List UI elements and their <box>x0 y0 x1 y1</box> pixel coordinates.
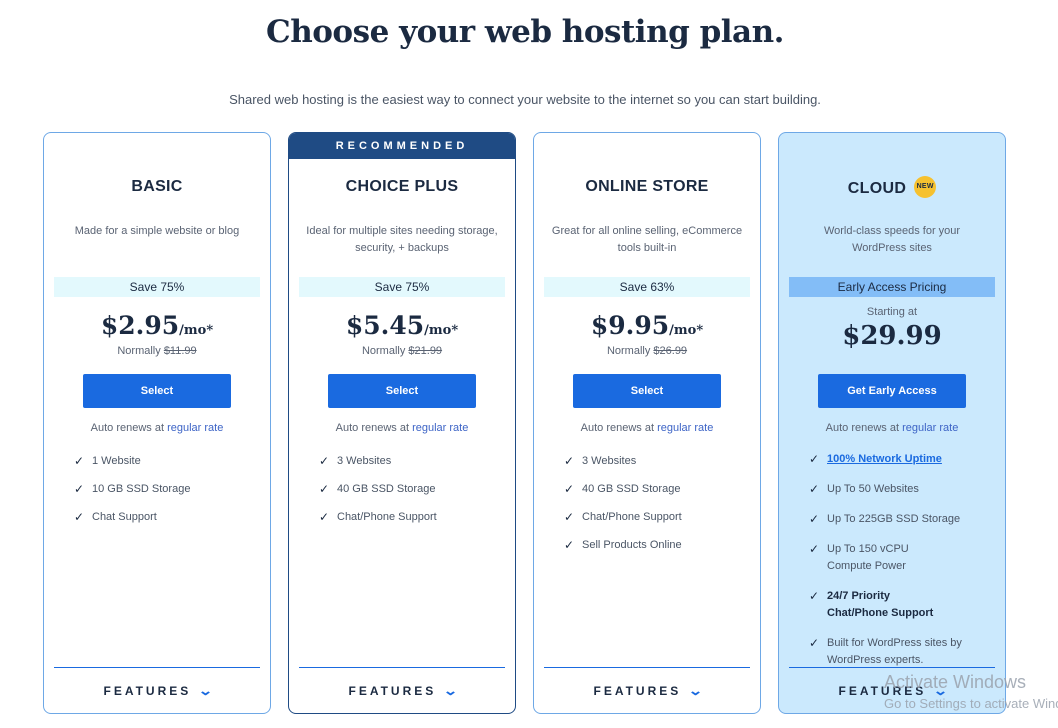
feature-item: ✓ Up To 50 Websites <box>809 482 919 496</box>
regular-rate-link[interactable]: regular rate <box>167 422 223 434</box>
renewal-note: Auto renews at regular rate <box>580 422 714 434</box>
checkmark-icon: ✓ <box>809 452 820 466</box>
new-badge: NEW <box>914 176 937 198</box>
feature-item: ✓ Chat Support <box>74 510 157 524</box>
feature-item: ✓ 40 GB SSD Storage <box>319 482 436 496</box>
checkmark-icon: ✓ <box>74 454 85 468</box>
feature-item: ✓ Up To 150 vCPU Compute Power <box>809 542 909 572</box>
checkmark-icon: ✓ <box>809 542 820 556</box>
renewal-note: Auto renews at regular rate <box>90 422 224 434</box>
plan-description: Ideal for multiple sites needing storage… <box>306 225 498 254</box>
plan-price: $9.95/mo* <box>590 311 704 340</box>
plan-price: $2.95/mo* <box>100 311 214 340</box>
starting-at-label: Starting at <box>866 306 918 318</box>
checkmark-icon: ✓ <box>809 636 820 650</box>
divider <box>789 667 995 668</box>
plan-card-cloud: CLOUD NEW World-class speeds for your Wor… <box>778 132 1006 714</box>
feature-item: ✓ Up To 225GB SSD Storage <box>809 512 961 526</box>
feature-item: ✓ 24/7 Priority Chat/Phone Support <box>809 589 934 619</box>
feature-list: ✓ 100% Network Uptime ✓ Up To 50 Websites … <box>809 451 995 682</box>
plan-price: $5.45/mo* <box>345 311 459 340</box>
normal-price: Normally $11.99 <box>117 345 197 357</box>
strikethrough-price: $11.99 <box>163 345 197 357</box>
regular-rate-link[interactable]: regular rate <box>412 422 468 434</box>
checkmark-icon: ✓ <box>564 538 575 552</box>
activate-windows-hint: Go to Settings to activate Windows. <box>884 696 1058 711</box>
renewal-note: Auto renews at regular rate <box>335 422 469 434</box>
checkmark-icon: ✓ <box>319 454 330 468</box>
plan-price: $29.99 <box>842 321 942 351</box>
normal-price: Normally $21.99 <box>361 345 443 357</box>
checkmark-icon: ✓ <box>319 482 330 496</box>
plan-description: Made for a simple website or blog <box>74 225 240 237</box>
feature-item: ✓ Built for WordPress sites by WordPress … <box>809 636 962 666</box>
divider <box>544 667 750 668</box>
page-subtitle: Shared web hosting is the easiest way to… <box>229 92 821 107</box>
feature-list: ✓ 1 Website ✓ 10 GB SSD Storage ✓ Chat Supp… <box>74 453 260 537</box>
checkmark-icon: ✓ <box>809 482 820 496</box>
renewal-note: Auto renews at regular rate <box>825 422 959 434</box>
divider <box>299 667 505 668</box>
checkmark-icon: ✓ <box>564 482 575 496</box>
feature-list: ✓ 3 Websites ✓ 40 GB SSD Storage ✓ Chat/Pho… <box>319 453 505 537</box>
checkmark-icon: ✓ <box>74 482 85 496</box>
plan-card-basic: BASIC Made for a simple website or blog … <box>43 132 271 714</box>
select-button[interactable]: Select <box>328 374 476 408</box>
checkmark-icon: ✓ <box>74 510 85 524</box>
feature-item: ✓ 40 GB SSD Storage <box>564 482 681 496</box>
recommended-ribbon: RECOMMENDED <box>289 133 515 159</box>
regular-rate-link[interactable]: regular rate <box>657 422 713 434</box>
divider <box>54 667 260 668</box>
get-early-access-button[interactable]: Get Early Access <box>818 374 966 408</box>
plan-name: BASIC <box>131 178 183 195</box>
page-title: Choose your web hosting plan. <box>266 14 784 50</box>
feature-item: ✓ 10 GB SSD Storage <box>74 482 191 496</box>
early-access-band: Early Access Pricing <box>789 277 995 297</box>
savings-band: Save 63% <box>544 277 750 297</box>
select-button[interactable]: Select <box>83 374 231 408</box>
strikethrough-price: $26.99 <box>653 345 688 357</box>
chevron-down-icon: ⌄ <box>687 683 703 698</box>
network-uptime-link: 100% Network Uptime <box>827 453 942 465</box>
checkmark-icon: ✓ <box>809 589 820 603</box>
feature-item[interactable]: ✓ 100% Network Uptime <box>809 451 995 468</box>
feature-item: ✓ Chat/Phone Support <box>319 510 437 524</box>
select-button[interactable]: Select <box>573 374 721 408</box>
checkmark-icon: ✓ <box>564 454 575 468</box>
feature-item: ✓ 3 Websites <box>319 454 392 468</box>
feature-item: ✓ 3 Websites <box>564 454 637 468</box>
plan-card-online-store: ONLINE STORE Great for all online sellin… <box>533 132 761 714</box>
plan-name: CHOICE PLUS <box>345 178 459 195</box>
feature-item: ✓ Chat/Phone Support <box>564 510 682 524</box>
features-toggle[interactable]: FEATURES ⌄ <box>534 683 760 699</box>
plan-description: Great for all online selling, eCommerce … <box>551 225 743 254</box>
normal-price: Normally $26.99 <box>606 345 688 357</box>
checkmark-icon: ✓ <box>809 512 820 526</box>
feature-list: ✓ 3 Websites ✓ 40 GB SSD Storage ✓ Chat/Pho… <box>564 453 750 565</box>
chevron-down-icon: ⌄ <box>197 683 213 698</box>
features-toggle[interactable]: FEATURES ⌄ <box>289 683 515 699</box>
regular-rate-link[interactable]: regular rate <box>902 422 958 434</box>
feature-item: ✓ Sell Products Online <box>564 538 682 552</box>
savings-band: Save 75% <box>54 277 260 297</box>
checkmark-icon: ✓ <box>564 510 575 524</box>
feature-item: ✓ 1 Website <box>74 454 141 468</box>
activate-windows-watermark: Activate Windows <box>884 672 1027 692</box>
plan-description: World-class speeds for your WordPress si… <box>823 225 961 254</box>
plan-card-choice-plus: RECOMMENDED CHOICE PLUS Ideal for multip… <box>288 132 516 714</box>
plan-name: CLOUD NEW <box>779 176 1005 200</box>
chevron-down-icon: ⌄ <box>442 683 458 698</box>
features-toggle[interactable]: FEATURES ⌄ <box>44 683 270 699</box>
checkmark-icon: ✓ <box>319 510 330 524</box>
plan-name: ONLINE STORE <box>585 178 709 195</box>
strikethrough-price: $21.99 <box>408 345 443 357</box>
savings-band: Save 75% <box>299 277 505 297</box>
